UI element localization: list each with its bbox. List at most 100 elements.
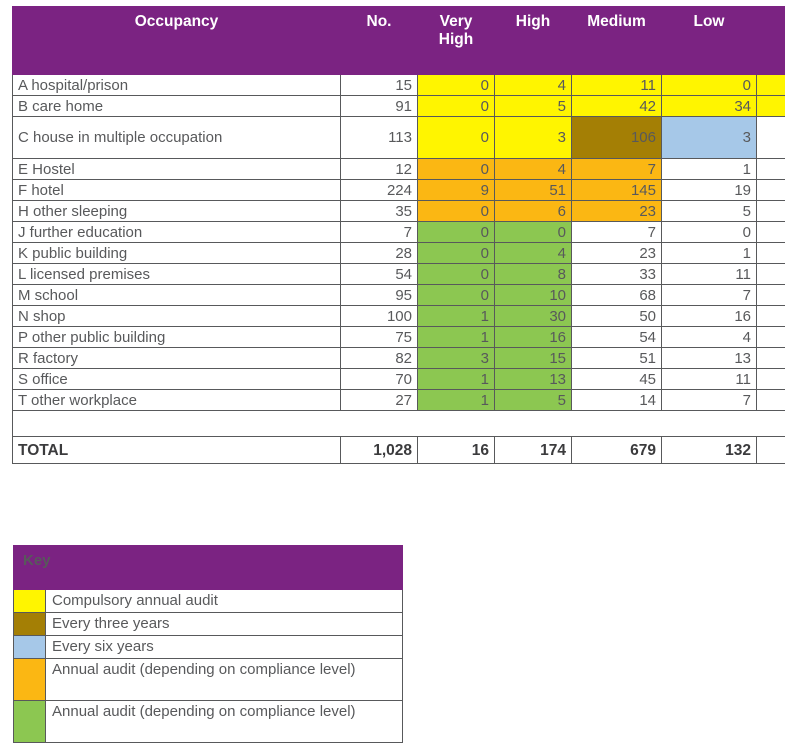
cell-no: 224 [340, 179, 418, 201]
key-color-swatch [13, 635, 46, 659]
cell-occupancy: R factory [12, 347, 341, 369]
table-row: R factory8231551130 [12, 347, 785, 369]
cell-occupancy: A hospital/prison [12, 74, 341, 96]
occupancy-table: Occupancy No. Very High High Medium Low … [12, 6, 785, 464]
cell-high: 0 [494, 221, 572, 243]
cell-no: 27 [340, 389, 418, 411]
cell-very-low: 0 [756, 389, 785, 411]
table-row: M school9501068710 [12, 284, 785, 306]
cell-very-high: 0 [417, 74, 495, 96]
cell-very-low: 0 [756, 179, 785, 201]
spacer-cell [12, 410, 785, 437]
table-row: S office7011345110 [12, 368, 785, 390]
cell-very-high: 0 [417, 158, 495, 180]
cell-low: 11 [661, 263, 757, 285]
table-body: A hospital/prison15041100B care home9105… [12, 74, 785, 464]
cell-occupancy: K public building [12, 242, 341, 264]
key-body: Compulsory annual audit Every three years… [13, 589, 403, 743]
cell-occupancy: H other sleeping [12, 200, 341, 222]
column-header-very-high-line2: High [438, 31, 474, 48]
cell-occupancy: N shop [12, 305, 341, 327]
cell-no: 95 [340, 284, 418, 306]
cell-very-high: 0 [417, 95, 495, 117]
cell-medium: 51 [571, 347, 662, 369]
table-row: T other workplace27151470 [12, 389, 785, 411]
table-row: L licensed premises540833112 [12, 263, 785, 285]
cell-low: 3 [661, 116, 757, 159]
key-title: Key [13, 545, 403, 590]
cell-very-low: 0 [756, 158, 785, 180]
cell-very-high: 0 [417, 221, 495, 243]
cell-occupancy: L licensed premises [12, 263, 341, 285]
cell-medium: 7 [571, 221, 662, 243]
table-row: K public building28042310 [12, 242, 785, 264]
cell-very-high: 1 [417, 326, 495, 348]
cell-medium: 33 [571, 263, 662, 285]
key-legend-row: Annual audit (depending on compliance le… [13, 658, 403, 701]
cell-high: 51 [494, 179, 572, 201]
cell-no: 100 [340, 305, 418, 327]
cell-occupancy: F hotel [12, 179, 341, 201]
table-row: A hospital/prison15041100 [12, 74, 785, 96]
cell-high: 4 [494, 242, 572, 264]
cell-no: 35 [340, 200, 418, 222]
cell-low: 13 [661, 347, 757, 369]
cell-low: 5 [661, 200, 757, 222]
cell-high: 30 [494, 305, 572, 327]
cell-very-high: 0 [417, 116, 495, 159]
cell-medium: 54 [571, 326, 662, 348]
cell-medium: 23 [571, 242, 662, 264]
cell-low: 11 [661, 368, 757, 390]
key-legend-row: Every three years [13, 612, 403, 636]
cell-low: 0 [661, 74, 757, 96]
key-legend-label: Compulsory annual audit [45, 589, 403, 613]
cell-medium: 145 [571, 179, 662, 201]
cell-very-low: 10 [756, 284, 785, 306]
cell-very-high: 1 [417, 368, 495, 390]
key-color-swatch [13, 589, 46, 613]
table-row: N shop10013050163 [12, 305, 785, 327]
cell-very-low: 3 [756, 305, 785, 327]
key-legend-container: Key Compulsory annual audit Every three y… [13, 545, 403, 743]
cell-occupancy: J further education [12, 221, 341, 243]
column-header-very-low: Very Low [756, 6, 785, 75]
cell-medium: 50 [571, 305, 662, 327]
key-legend-label: Every three years [45, 612, 403, 636]
key-color-swatch [13, 700, 46, 743]
cell-low: 16 [661, 305, 757, 327]
cell-very-high: 0 [417, 242, 495, 264]
cell-high: 13 [494, 368, 572, 390]
cell-high: 3 [494, 116, 572, 159]
key-header-row: Key [13, 545, 403, 590]
column-header-very-high: Very High [417, 6, 495, 75]
cell-no: 82 [340, 347, 418, 369]
cell-total-no: 1,028 [340, 436, 418, 464]
key-legend-label: Every six years [45, 635, 403, 659]
cell-very-low: 0 [756, 326, 785, 348]
cell-very-low: 0 [756, 221, 785, 243]
cell-medium: 7 [571, 158, 662, 180]
cell-very-low: 0 [756, 74, 785, 96]
cell-very-high: 0 [417, 200, 495, 222]
column-header-very-high-line1: Very [439, 13, 473, 30]
table-spacer-row [12, 410, 785, 437]
cell-medium: 45 [571, 368, 662, 390]
cell-very-low: 0 [756, 347, 785, 369]
occupancy-table-container: Occupancy No. Very High High Medium Low … [12, 6, 785, 464]
cell-medium: 14 [571, 389, 662, 411]
column-header-high: High [494, 6, 572, 75]
cell-very-low: 10 [756, 95, 785, 117]
cell-low: 7 [661, 389, 757, 411]
cell-no: 28 [340, 242, 418, 264]
column-header-low: Low [661, 6, 757, 75]
cell-medium: 42 [571, 95, 662, 117]
cell-low: 34 [661, 95, 757, 117]
cell-low: 0 [661, 221, 757, 243]
table-row: P other public building751165440 [12, 326, 785, 348]
table-row: B care home9105423410 [12, 95, 785, 117]
cell-occupancy: T other workplace [12, 389, 341, 411]
table-row: C house in multiple occupation1130310631 [12, 116, 785, 159]
cell-high: 16 [494, 326, 572, 348]
cell-medium: 68 [571, 284, 662, 306]
cell-very-low: 0 [756, 242, 785, 264]
